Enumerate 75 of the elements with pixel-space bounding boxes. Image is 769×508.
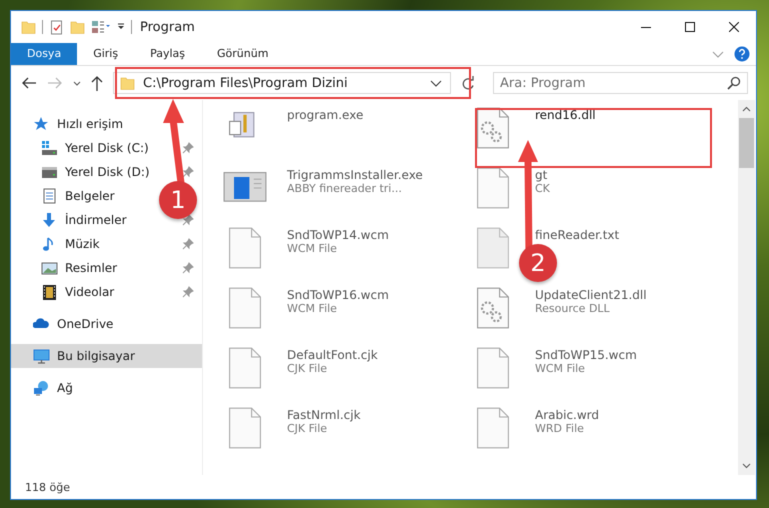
file-type: WCM File	[287, 242, 338, 255]
file-name[interactable]: program.exe	[287, 108, 364, 122]
film-icon	[41, 284, 58, 300]
checklist-icon[interactable]	[49, 20, 64, 34]
nav-item[interactable]: Hızlı erişim	[11, 112, 202, 136]
nav-item[interactable]: OneDrive	[11, 312, 202, 336]
minimize-icon[interactable]	[641, 26, 651, 28]
document-icon	[41, 188, 58, 204]
close-icon[interactable]	[729, 22, 739, 32]
search-icon[interactable]	[727, 76, 741, 90]
computer-icon	[33, 348, 50, 364]
nav-item[interactable]: Bu bilgisayar	[11, 344, 202, 368]
ribbon-tab[interactable]: Giriş	[77, 43, 134, 65]
file-name[interactable]: FastNrml.cjk	[287, 408, 361, 422]
scrollbar-thumb[interactable]	[739, 118, 754, 168]
properties-icon[interactable]	[91, 21, 111, 33]
nav-item[interactable]: Videolar	[11, 280, 118, 304]
file-name[interactable]: gt	[535, 168, 550, 182]
file-type: WCM File	[535, 362, 586, 375]
file-type: CK	[535, 182, 550, 195]
pin-icon[interactable]	[182, 286, 194, 298]
scroll-down-icon[interactable]	[742, 463, 751, 469]
file-type: Resource DLL	[535, 302, 611, 315]
maximize-icon[interactable]	[685, 22, 695, 32]
ribbon-tab[interactable]: Görünüm	[201, 43, 284, 65]
file-type: WRD File	[535, 422, 585, 435]
nav-item[interactable]: Resimler	[11, 256, 122, 280]
file-name[interactable]: fineReader.txt	[535, 228, 620, 242]
nav-item[interactable]: Yerel Disk (C:)	[11, 136, 153, 160]
download-arrow-icon	[41, 212, 58, 228]
pin-icon[interactable]	[182, 238, 194, 250]
file-name[interactable]: SndToWP15.wcm	[535, 348, 637, 362]
window-title: Program	[140, 20, 195, 34]
file-type: WCM File	[287, 302, 338, 315]
pin-icon[interactable]	[182, 142, 194, 154]
file-name[interactable]: TrigrammsInstaller.exe	[287, 168, 423, 182]
scrollbar[interactable]	[738, 100, 755, 475]
nav-item[interactable]: Yerel Disk (D:)	[11, 160, 154, 184]
customize-caret-icon[interactable]	[117, 23, 125, 31]
file-name[interactable]: SndToWP14.wcm	[287, 228, 389, 242]
file-name[interactable]: SndToWP16.wcm	[287, 288, 389, 302]
file-type: CJK File	[287, 422, 328, 435]
refresh-icon[interactable]	[461, 76, 475, 90]
file-name[interactable]: rend16.dll	[535, 108, 596, 122]
search-field[interactable]: Ara: Program	[493, 72, 748, 94]
dropdown-caret-icon[interactable]	[430, 80, 442, 86]
pin-icon[interactable]	[182, 214, 194, 226]
pin-icon[interactable]	[182, 166, 194, 178]
expand-ribbon-icon[interactable]	[712, 50, 724, 58]
back-arrow-icon[interactable]	[21, 77, 37, 89]
pin-icon[interactable]	[182, 262, 194, 274]
drive-icon	[41, 140, 58, 156]
scroll-up-icon[interactable]	[742, 106, 751, 112]
nav-item[interactable]: Müzik	[11, 232, 104, 256]
nav-item[interactable]: Ağ	[11, 376, 202, 400]
folder-icon	[120, 76, 135, 90]
file-name[interactable]: DefaultFont.cjk	[287, 348, 378, 362]
file-name[interactable]: Arabic.wrd	[535, 408, 600, 422]
file-type: CJK File	[287, 362, 328, 375]
step-number-badge: 2	[519, 244, 557, 282]
picture-icon	[41, 260, 58, 276]
address-field[interactable]: C:\Program Files\Program Dizini	[113, 72, 451, 94]
help-icon[interactable]	[734, 46, 750, 62]
star-icon	[33, 116, 50, 132]
nav-item[interactable]: Belgeler	[11, 184, 119, 208]
ribbon-tab[interactable]: Dosya	[11, 43, 78, 65]
nav-item[interactable]: İndirmeler	[11, 208, 131, 232]
recent-caret-icon[interactable]	[73, 80, 81, 86]
file-name[interactable]: UpdateClient21.dll	[535, 288, 647, 302]
ribbon-tab[interactable]: Paylaş	[134, 43, 201, 65]
step-number-badge: 1	[159, 181, 197, 219]
item-count: 118 öğe	[25, 480, 70, 494]
file-type: ABBY finereader tri...	[287, 182, 403, 195]
network-globe-icon	[33, 380, 50, 396]
up-arrow-icon[interactable]	[91, 76, 103, 90]
